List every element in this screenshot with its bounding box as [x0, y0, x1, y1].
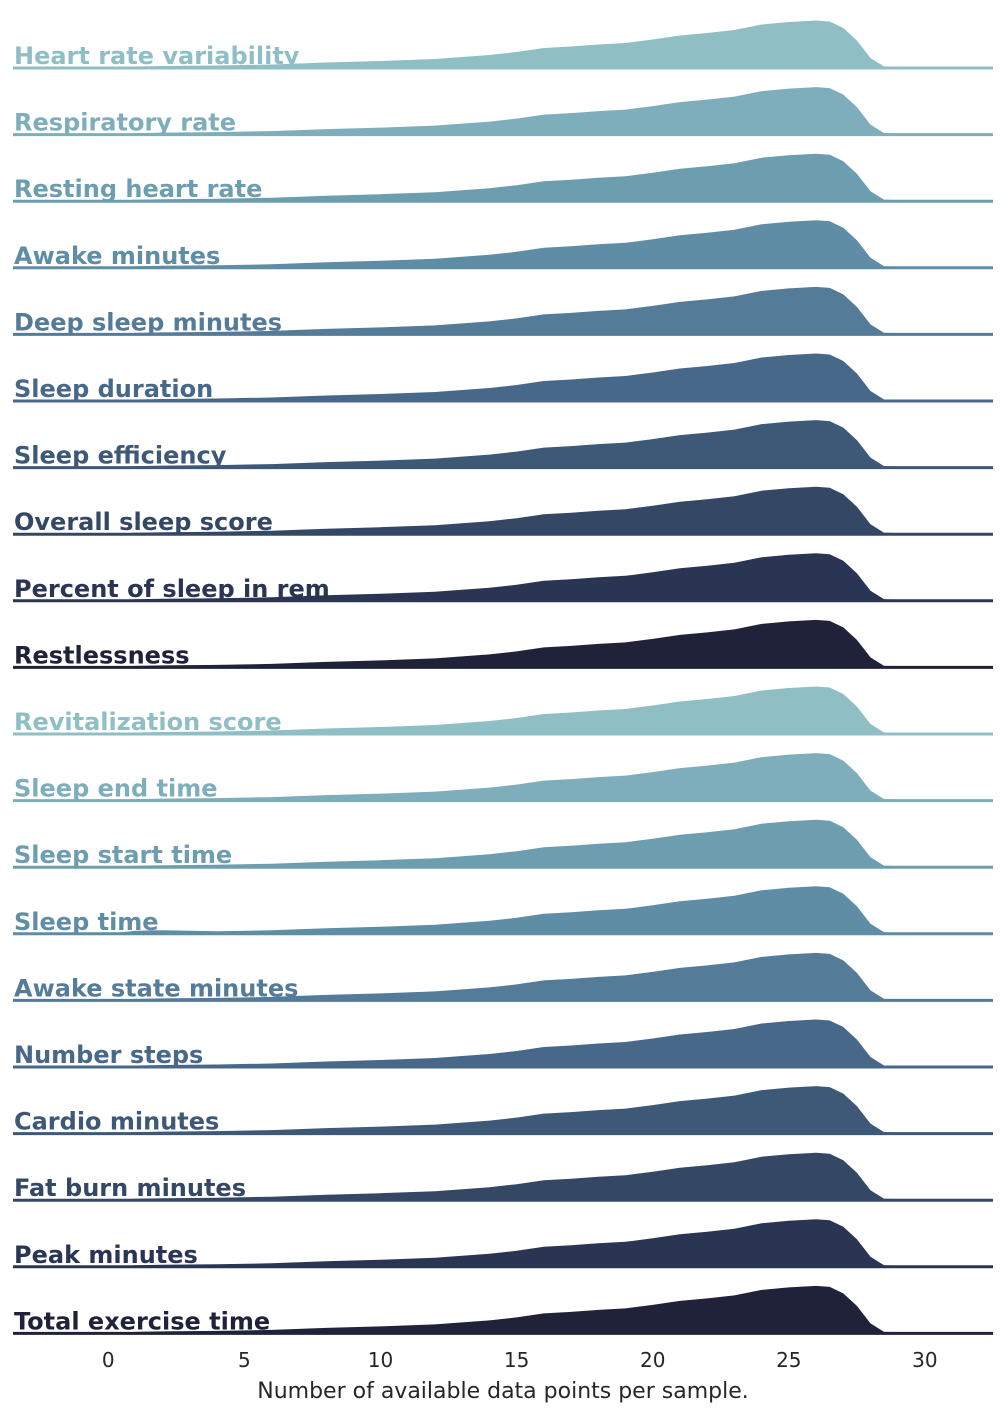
ridge-label: Respiratory rate	[14, 109, 236, 137]
ridge-label: Sleep duration	[14, 375, 213, 403]
ridge-row: Resting heart rate	[13, 153, 993, 203]
ridge-row: Overall sleep score	[13, 486, 993, 536]
ridge-label: Sleep start time	[14, 841, 232, 869]
x-tick-label: 25	[776, 1348, 801, 1372]
ridge-row: Awake minutes	[13, 220, 993, 270]
ridge-row: Sleep efficiency	[13, 420, 993, 470]
x-tick-label: 5	[238, 1348, 251, 1372]
ridges: Heart rate variability Respiratory rate Re…	[13, 20, 993, 1335]
ridge-row: Restlessness	[13, 619, 993, 669]
x-tick-label: 15	[504, 1348, 529, 1372]
ridge-row: Sleep start time	[13, 819, 993, 869]
ridge-label: Total exercise time	[14, 1307, 270, 1335]
ridge-row: Total exercise time	[13, 1285, 993, 1335]
ridge-label: Peak minutes	[14, 1241, 198, 1269]
x-axis-ticks: 0 5 10 15 20 25 30	[102, 1348, 938, 1372]
ridge-row: Percent of sleep in rem	[13, 553, 993, 603]
ridge-label: Percent of sleep in rem	[14, 575, 330, 603]
ridge-label: Deep sleep minutes	[14, 308, 282, 336]
ridge-row: Deep sleep minutes	[13, 286, 993, 336]
ridge-row: Sleep time	[13, 886, 993, 936]
ridge-row: Fat burn minutes	[13, 1152, 993, 1202]
ridge-row: Cardio minutes	[13, 1086, 993, 1136]
x-tick-label: 0	[102, 1348, 115, 1372]
ridge-row: Peak minutes	[13, 1219, 993, 1269]
ridge-label: Sleep time	[14, 908, 159, 936]
ridge-label: Number steps	[14, 1041, 203, 1069]
x-tick-label: 10	[368, 1348, 393, 1372]
ridge-area	[53, 886, 939, 934]
ridge-row: Heart rate variability	[13, 20, 993, 70]
ridge-row: Sleep duration	[13, 353, 993, 403]
ridge-label: Sleep efficiency	[14, 442, 227, 470]
ridge-row: Revitalization score	[13, 686, 993, 736]
ridge-label: Resting heart rate	[14, 175, 262, 203]
ridgeline-chart: Heart rate variability Respiratory rate Re…	[13, 20, 993, 1404]
ridge-label: Cardio minutes	[14, 1108, 219, 1136]
ridge-label: Awake minutes	[14, 242, 220, 270]
ridge-row: Awake state minutes	[13, 952, 993, 1002]
ridge-label: Overall sleep score	[14, 508, 273, 536]
ridge-label: Heart rate variability	[14, 42, 300, 70]
ridge-row: Sleep end time	[13, 753, 993, 803]
ridge-label: Revitalization score	[14, 708, 282, 736]
ridge-row: Respiratory rate	[13, 87, 993, 137]
x-tick-label: 30	[912, 1348, 937, 1372]
x-tick-label: 20	[640, 1348, 665, 1372]
ridge-label: Restlessness	[14, 641, 190, 669]
ridge-label: Fat burn minutes	[14, 1174, 246, 1202]
x-axis-title: Number of available data points per samp…	[257, 1379, 749, 1404]
ridge-row: Number steps	[13, 1019, 993, 1069]
ridge-label: Sleep end time	[14, 775, 217, 803]
ridge-label: Awake state minutes	[14, 974, 298, 1002]
